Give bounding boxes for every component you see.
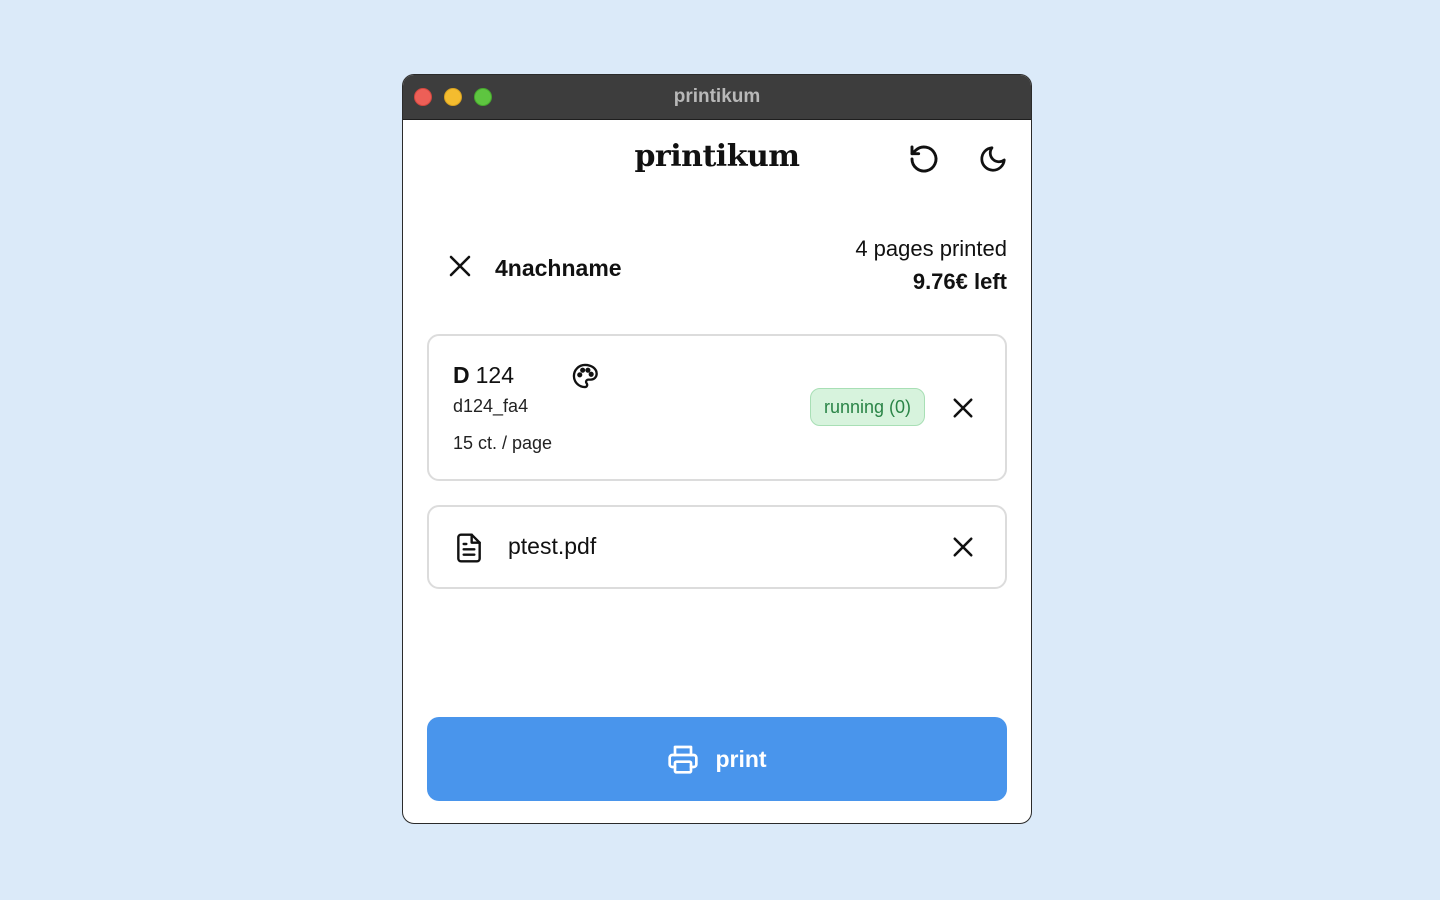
remove-printer-button[interactable] bbox=[945, 390, 981, 426]
close-icon bbox=[953, 398, 973, 418]
status-badge: running (0) bbox=[809, 388, 925, 426]
printer-price: 15 ct. / page bbox=[453, 433, 553, 453]
title-bar: printikum bbox=[403, 75, 1031, 120]
reload-icon bbox=[910, 145, 938, 173]
printer-card[interactable]: D 124 d124_fa4 15 ct. / page running (0) bbox=[427, 334, 1007, 481]
close-icon bbox=[449, 255, 471, 277]
printer-building: D bbox=[453, 362, 470, 388]
printer-name: D 124 bbox=[453, 362, 514, 389]
user-row: 4nachname 4 pages printed 9.76€ left bbox=[443, 233, 1007, 299]
close-icon bbox=[953, 537, 973, 557]
print-button-label: print bbox=[715, 745, 767, 772]
file-card[interactable]: ptest.pdf bbox=[427, 505, 1007, 589]
palette-icon bbox=[572, 363, 598, 389]
logout-button[interactable] bbox=[443, 249, 477, 283]
app-window: printikum printikum 4nachname 4 pages pr… bbox=[402, 74, 1032, 824]
printer-icon bbox=[668, 745, 699, 774]
printer-room: 124 bbox=[475, 362, 514, 388]
theme-toggle-button[interactable] bbox=[973, 139, 1013, 179]
balance: 9.76€ left bbox=[912, 269, 1007, 294]
document-icon bbox=[457, 533, 481, 563]
pages-printed: 4 pages printed bbox=[855, 236, 1007, 261]
username: 4nachname bbox=[495, 255, 622, 281]
moon-icon bbox=[980, 146, 1006, 172]
printer-id: d124_fa4 bbox=[453, 396, 529, 416]
user-stats: 4 pages printed 9.76€ left bbox=[855, 233, 1007, 299]
file-name: ptest.pdf bbox=[508, 533, 597, 559]
reload-button[interactable] bbox=[904, 139, 944, 179]
print-button[interactable]: print bbox=[427, 717, 1007, 801]
window-title: printikum bbox=[673, 86, 761, 107]
remove-file-button[interactable] bbox=[945, 529, 981, 565]
